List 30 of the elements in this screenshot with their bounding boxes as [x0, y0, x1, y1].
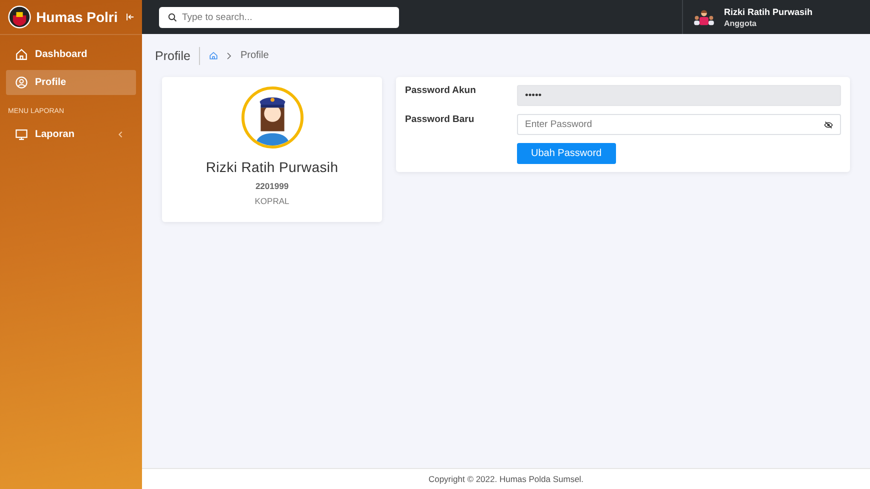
police-officer-avatar [240, 86, 304, 149]
footer-text: Copyright © 2022. Humas Polda Sumsel. [142, 468, 870, 489]
collapse-icon[interactable] [126, 12, 134, 22]
user-circle-icon [15, 76, 28, 89]
home-icon[interactable] [209, 51, 218, 60]
profile-id-number: 2201999 [255, 181, 289, 191]
page-title: Profile [155, 48, 190, 62]
user-menu[interactable]: Rizki Ratih Purwasih Anggota [682, 0, 870, 34]
password-field[interactable]: Enter Password [517, 114, 841, 135]
menu-item[interactable]: Profile [6, 70, 136, 95]
breadcrumb-item: Profile [240, 50, 269, 61]
eye-off-icon[interactable] [824, 120, 833, 128]
monitor-icon [15, 128, 28, 141]
user-role: Anggota [724, 18, 758, 28]
caret-icon [117, 131, 124, 138]
search-field[interactable]: Type to search... [159, 6, 399, 28]
field-label: Password Akun [405, 85, 477, 96]
menu-item[interactable]: Dashboard [6, 42, 136, 67]
profile-name: Rizki Ratih Purwasih [206, 159, 338, 175]
home-icon [15, 48, 28, 61]
brand-title: Humas Polri [36, 9, 118, 25]
field-label: Password Baru [405, 114, 476, 125]
menu-item[interactable]: Laporan [6, 122, 136, 147]
user-name: Rizki Ratih Purwasih [724, 6, 813, 16]
profile-rank: KOPRAL [254, 196, 290, 206]
search-icon [168, 12, 177, 22]
user-group-icon [693, 8, 715, 26]
change-password-button[interactable]: Ubah Password [517, 143, 616, 164]
chevron-right-icon [226, 52, 232, 60]
emblem-icon [8, 3, 32, 31]
